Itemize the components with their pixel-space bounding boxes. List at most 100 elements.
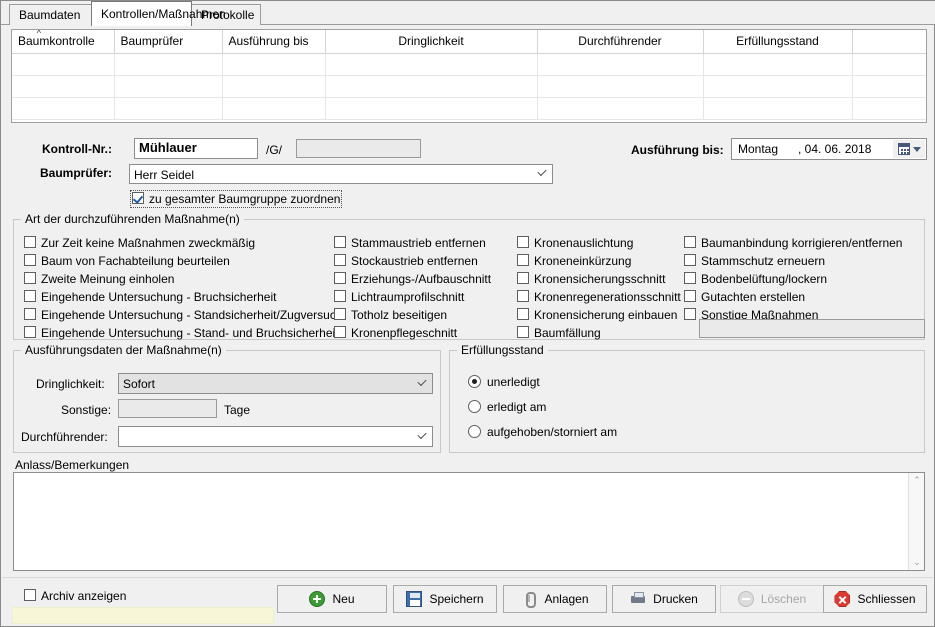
- schliessen-button[interactable]: Schliessen: [823, 585, 927, 613]
- checkbox-kronensicherung-einbauen[interactable]: Kronensicherung einbauen: [517, 308, 677, 322]
- baumgruppe-zuordnen-checkbox[interactable]: zu gesamter Baumgruppe zuordnen: [129, 190, 343, 208]
- column-header-durchfuehrender[interactable]: Durchführender: [537, 30, 704, 54]
- dringlichkeit-select[interactable]: Sofort: [118, 373, 433, 394]
- checkbox-label: Kronenpflegeschnitt: [351, 326, 458, 340]
- neu-button[interactable]: Neu: [277, 585, 387, 613]
- checkbox-label: Totholz beseitigen: [351, 308, 448, 322]
- table-row[interactable]: [12, 75, 926, 98]
- column-header-baumpruefer[interactable]: Baumprüfer: [114, 30, 223, 54]
- checkbox-label: Kronenregenerationsschnitt: [534, 290, 681, 304]
- checkbox-label: Archiv anzeigen: [41, 589, 127, 603]
- erfuellungsstand-caption: Erfüllungsstand: [457, 343, 548, 357]
- archiv-anzeigen-checkbox[interactable]: Archiv anzeigen: [24, 589, 126, 603]
- checkbox-kronenauslichtung[interactable]: Kronenauslichtung: [517, 236, 633, 250]
- checkbox-baumanbindung-korrigieren[interactable]: Baumanbindung korrigieren/entfernen: [684, 236, 902, 250]
- column-header-label: Durchführender: [578, 34, 662, 49]
- column-header-dringlichkeit[interactable]: Dringlichkeit: [325, 30, 538, 54]
- checkbox-gutachten-erstellen[interactable]: Gutachten erstellen: [684, 290, 805, 304]
- textarea-scrollbar[interactable]: ⌃ ⌄: [908, 473, 924, 570]
- checkbox-label: zu gesamter Baumgruppe zuordnen: [149, 192, 341, 206]
- checkbox-kronenregenerationsschnitt[interactable]: Kronenregenerationsschnitt: [517, 290, 681, 304]
- checkbox-box: [334, 236, 346, 248]
- calendar-icon: [897, 143, 910, 155]
- button-label: Neu: [332, 592, 355, 606]
- column-header-label: Dringlichkeit: [398, 34, 464, 49]
- chevron-down-icon: [417, 376, 427, 387]
- scroll-up-icon[interactable]: ⌃: [909, 473, 925, 488]
- column-header-erfuellungsstand[interactable]: Erfüllungsstand: [703, 30, 853, 54]
- checkbox-box: [684, 272, 696, 284]
- kontroll-nr-suffix-input[interactable]: [296, 139, 421, 158]
- checkbox-fachabteilung-beurteilen[interactable]: Baum von Fachabteilung beurteilen: [24, 254, 230, 268]
- checkbox-kronensicherungsschnitt[interactable]: Kronensicherungsschnitt: [517, 272, 665, 286]
- checkbox-label: Bodenbelüftung/lockern: [701, 272, 828, 286]
- checkbox-baumfaellung[interactable]: Baumfällung: [517, 326, 601, 340]
- radio-label: unerledigt: [487, 375, 540, 389]
- table-row[interactable]: [12, 53, 926, 76]
- checkbox-untersuchung-stand-und-bruch[interactable]: Eingehende Untersuchung - Stand- und Bru…: [24, 326, 339, 340]
- bottom-toolbar: Archiv anzeigen Neu Speichern Anlagen Dr…: [2, 577, 933, 625]
- kontrollen-table: ^ Baumkontrolle Baumprüfer Ausführung bi…: [12, 30, 926, 120]
- durchfuehrender-select[interactable]: [118, 426, 433, 447]
- checkbox-untersuchung-standsicherheit[interactable]: Eingehende Untersuchung - Standsicherhei…: [24, 308, 343, 322]
- dringlichkeit-value: Sofort: [123, 377, 156, 391]
- checkbox-label: Kronenauslichtung: [534, 236, 634, 250]
- checkbox-keine-massnahmen[interactable]: Zur Zeit keine Maßnahmen zweckmäßig: [24, 236, 255, 250]
- checkbox-box: [684, 236, 696, 248]
- radio-unerledigt[interactable]: unerledigt: [468, 375, 540, 389]
- anlass-bemerkungen-textarea[interactable]: ⌃ ⌄: [13, 472, 925, 571]
- checkbox-untersuchung-bruchsicherheit[interactable]: Eingehende Untersuchung - Bruchsicherhei…: [24, 290, 276, 304]
- kontroll-nr-separator-label: /G/: [266, 143, 283, 157]
- checkbox-label: Eingehende Untersuchung - Standsicherhei…: [41, 308, 343, 322]
- tab-kontrollen-massnahmen[interactable]: Kontrollen/Maßnahmen: [91, 1, 226, 26]
- sonstige-tage-input[interactable]: [118, 399, 217, 418]
- checkbox-kronenpflegeschnitt[interactable]: Kronenpflegeschnitt: [334, 326, 457, 340]
- column-header-baumkontrolle[interactable]: ^ Baumkontrolle: [12, 30, 115, 54]
- radio-label: aufgehoben/storniert am: [487, 425, 618, 439]
- radio-erledigt-am[interactable]: erledigt am: [468, 400, 546, 414]
- tab-label: Baumdaten: [19, 8, 81, 22]
- sonstige-massnahmen-input[interactable]: [699, 319, 925, 338]
- checkbox-label: Eingehende Untersuchung - Stand- und Bru…: [41, 326, 339, 340]
- datepicker-date: , 04. 06. 2018: [798, 142, 872, 156]
- checkbox-box: [684, 254, 696, 266]
- calendar-dropdown-button[interactable]: [893, 140, 925, 158]
- checkbox-stockaustrieb-entfernen[interactable]: Stockaustrieb entfernen: [334, 254, 478, 268]
- kontroll-nr-label: Kontroll-Nr.:: [42, 142, 112, 156]
- table-row[interactable]: [12, 97, 926, 120]
- checkbox-lichtraumprofilschnitt[interactable]: Lichtraumprofilschnitt: [334, 290, 464, 304]
- checkbox-stammschutz-erneuern[interactable]: Stammschutz erneuern: [684, 254, 825, 268]
- column-header-ausfuehrung-bis[interactable]: Ausführung bis: [222, 30, 326, 54]
- loeschen-button: Löschen: [720, 585, 824, 613]
- checkbox-box: [517, 272, 529, 284]
- radio-aufgehoben-storniert-am[interactable]: aufgehoben/storniert am: [468, 425, 617, 439]
- checkbox-totholz-beseitigen[interactable]: Totholz beseitigen: [334, 308, 447, 322]
- radio-circle: [468, 400, 481, 413]
- kontrollen-grid[interactable]: ^ Baumkontrolle Baumprüfer Ausführung bi…: [11, 29, 927, 123]
- button-label: Löschen: [760, 592, 807, 606]
- datepicker-weekday: Montag: [738, 142, 779, 156]
- kontroll-nr-input[interactable]: Mühlauer: [134, 138, 258, 159]
- drucken-button[interactable]: Drucken: [612, 585, 716, 613]
- sort-ascending-icon: ^: [36, 30, 41, 38]
- ausfuehrung-bis-label: Ausführung bis:: [631, 143, 724, 157]
- column-header-blank[interactable]: [852, 30, 926, 54]
- checkbox-kroneneinkuerzung[interactable]: Kroneneinkürzung: [517, 254, 631, 268]
- massnahmen-groupbox: Art der durchzuführenden Maßnahme(n) Zur…: [13, 212, 925, 340]
- checkbox-box: [24, 308, 36, 320]
- baumpruefer-value: Herr Seidel: [134, 168, 195, 182]
- ausfuehrung-bis-datepicker[interactable]: Montag , 04. 06. 2018: [731, 138, 927, 160]
- checkbox-box: [517, 326, 529, 338]
- scroll-down-icon[interactable]: ⌄: [909, 555, 925, 570]
- column-header-label: Erfüllungsstand: [736, 34, 819, 49]
- checkbox-stammaustrieb-entfernen[interactable]: Stammaustrieb entfernen: [334, 236, 486, 250]
- checkbox-zweite-meinung[interactable]: Zweite Meinung einholen: [24, 272, 174, 286]
- speichern-button[interactable]: Speichern: [393, 585, 497, 613]
- table-header-row: ^ Baumkontrolle Baumprüfer Ausführung bi…: [12, 30, 926, 54]
- button-label: Drucken: [653, 592, 698, 606]
- checkbox-erziehungsschnitt[interactable]: Erziehungs-/Aufbauschnitt: [334, 272, 491, 286]
- tab-baumdaten[interactable]: Baumdaten: [9, 4, 93, 25]
- baumpruefer-select[interactable]: Herr Seidel: [129, 164, 553, 184]
- checkbox-bodenbelueftung[interactable]: Bodenbelüftung/lockern: [684, 272, 827, 286]
- anlagen-button[interactable]: Anlagen: [503, 585, 607, 613]
